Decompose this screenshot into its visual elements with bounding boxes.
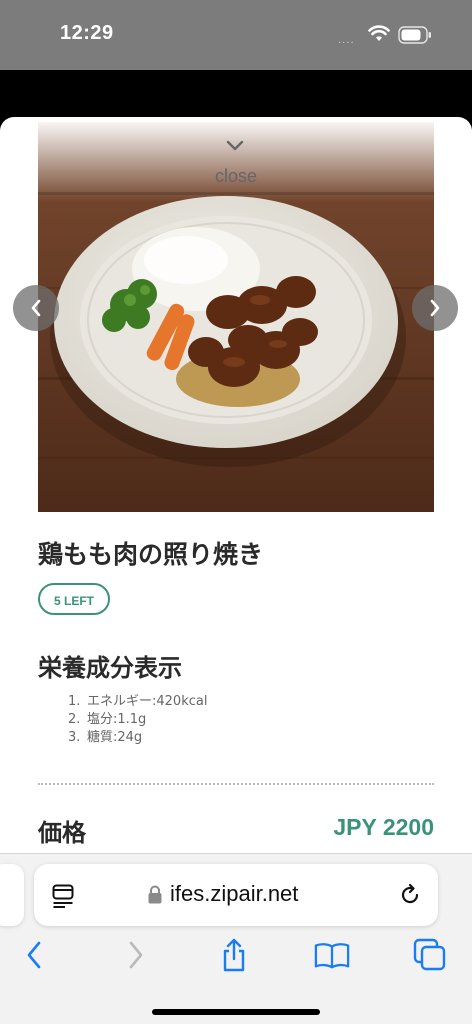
- reader-icon[interactable]: [52, 884, 74, 908]
- chevron-down-icon: [226, 140, 244, 151]
- share-icon: [223, 938, 245, 972]
- address-bar[interactable]: ifes.zipair.net: [34, 864, 438, 926]
- bookmarks-button[interactable]: [314, 937, 350, 973]
- battery-icon: [398, 26, 431, 44]
- close-button[interactable]: close: [38, 122, 434, 202]
- forward-button[interactable]: [118, 937, 154, 973]
- chevron-left-icon: [31, 299, 41, 317]
- status-bar: 12:29 ····: [0, 0, 472, 70]
- nutrition-item: 1. エネルギー:420kcal: [68, 694, 208, 709]
- tabs-icon: [413, 938, 446, 971]
- tabs-button[interactable]: [412, 937, 448, 973]
- previous-tab-preview[interactable]: [0, 864, 24, 926]
- reload-icon[interactable]: [398, 883, 422, 907]
- forward-icon: [129, 941, 143, 969]
- back-button[interactable]: [16, 937, 52, 973]
- chevron-right-icon: [430, 299, 440, 317]
- divider: [38, 783, 434, 785]
- dish-photo: close: [38, 122, 434, 512]
- previous-photo-button[interactable]: [13, 285, 59, 331]
- nutrition-item: 2. 塩分:1.1g: [68, 712, 147, 727]
- browser-toolbar: ifes.zipair.net: [0, 853, 472, 1024]
- lock-icon: [148, 885, 162, 904]
- url-text: ifes.zipair.net: [170, 881, 299, 906]
- bookmarks-icon: [314, 943, 350, 969]
- close-label: close: [214, 166, 258, 186]
- wifi-icon: [368, 25, 390, 41]
- nutrition-item: 3. 糖質:24g: [68, 730, 143, 745]
- price-label: 価格: [38, 819, 86, 847]
- signal-icon: ····: [338, 38, 355, 49]
- back-icon: [27, 941, 41, 969]
- stock-badge: 5 LEFT: [38, 583, 111, 615]
- dish-detail-modal: close 鶏もも肉の照り焼き 5 LEFT 栄養成分表示 1. エネルギー:42…: [0, 117, 472, 877]
- nutrition-list: 1. エネルギー:420kcal 2. 塩分:1.1g 3. 糖質:24g: [68, 693, 207, 747]
- price-value: JPY 2200: [333, 814, 434, 840]
- home-indicator: [152, 1009, 320, 1015]
- dish-name: 鶏もも肉の照り焼き: [38, 540, 264, 569]
- next-photo-button[interactable]: [412, 285, 458, 331]
- status-time: 12:29: [60, 22, 114, 44]
- share-button[interactable]: [216, 937, 252, 973]
- nutrition-heading: 栄養成分表示: [38, 654, 182, 682]
